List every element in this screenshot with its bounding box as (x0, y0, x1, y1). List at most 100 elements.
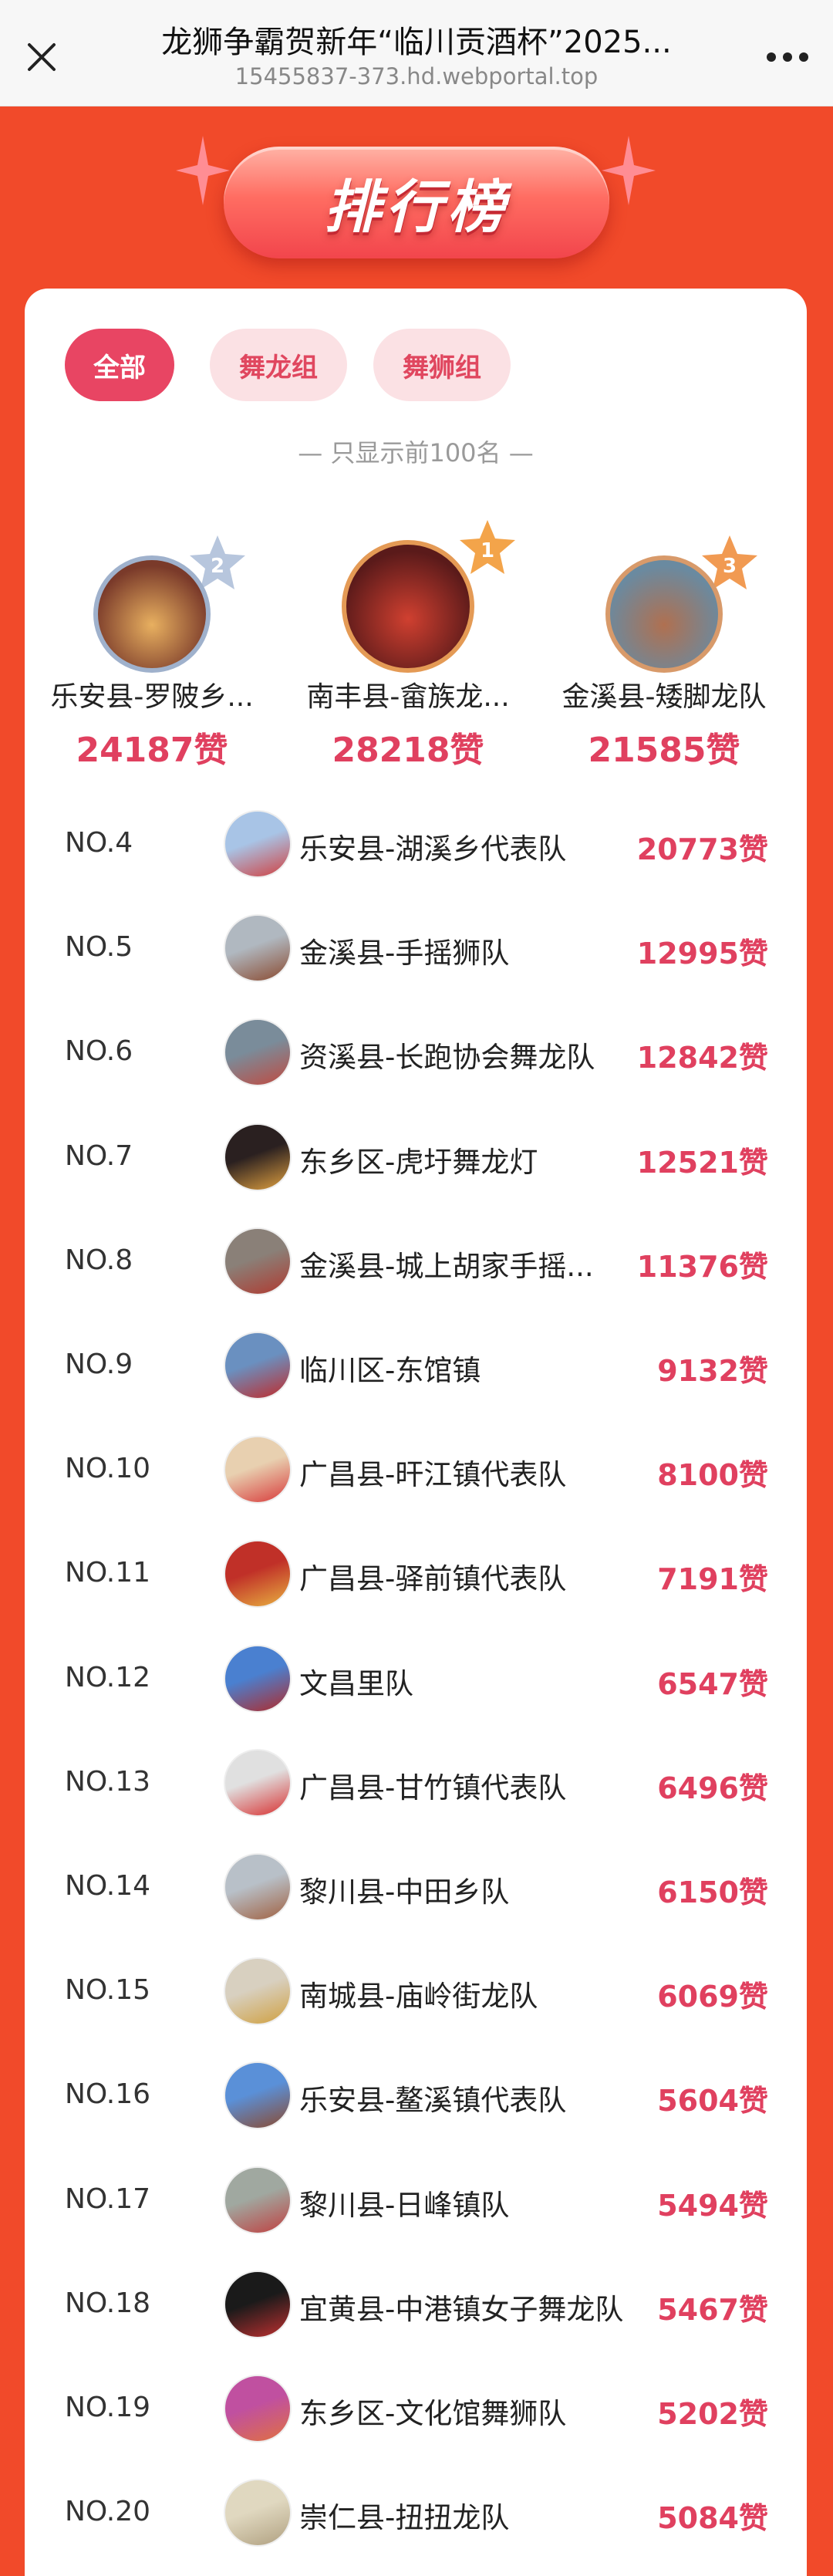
ranking-row[interactable]: NO.20 崇仁县-扭扭龙队 5084赞 (25, 2466, 807, 2559)
like-count: 5494赞 (657, 2188, 768, 2223)
ranking-row[interactable]: NO.19 东乡区-文化馆舞狮队 5202赞 (25, 2362, 807, 2455)
ranking-row[interactable]: NO.5 金溪县-手摇狮队 12995赞 (25, 902, 807, 994)
close-button[interactable] (20, 35, 63, 79)
like-count: 7191赞 (657, 1562, 768, 1597)
podium-team-name: 乐安县-罗陂乡... (50, 681, 254, 713)
podium-likes: 28218赞 (332, 731, 484, 770)
podium-item-3[interactable]: 3 金溪县-矮脚龙队 21585赞 (537, 512, 791, 771)
ranking-row[interactable]: NO.15 南城县-庙岭街龙队 6069赞 (25, 1945, 807, 2038)
more-icon (767, 52, 808, 62)
team-name: 东乡区-虎圩舞龙灯 (299, 1145, 538, 1179)
ranking-row[interactable]: NO.7 东乡区-虎圩舞龙灯 12521赞 (25, 1111, 807, 1204)
team-avatar (224, 1436, 292, 1504)
team-name: 广昌县-驿前镇代表队 (299, 1562, 567, 1596)
team-name: 文昌里队 (299, 1666, 413, 1700)
like-count: 12995赞 (636, 937, 768, 971)
team-name: 广昌县-甘竹镇代表队 (299, 1771, 567, 1805)
team-avatar (224, 1957, 292, 2026)
like-count: 12521赞 (636, 1145, 768, 1180)
tab-dragon-group[interactable]: 舞龙组 (210, 329, 347, 401)
rank-number: NO.20 (65, 2496, 151, 2528)
rank-number: NO.16 (65, 2078, 151, 2111)
team-avatar (224, 2375, 292, 2443)
rank-number: NO.11 (65, 1557, 151, 1589)
rank-number: NO.12 (65, 1661, 151, 1693)
rank-badge-number: 3 (723, 555, 737, 578)
like-count: 6069赞 (657, 1980, 768, 2014)
ranking-row[interactable]: NO.10 广昌县-旰江镇代表队 8100赞 (25, 1423, 807, 1516)
page-url: 15455837-373.hd.webportal.top (234, 63, 599, 89)
podium-team-name: 金溪县-矮脚龙队 (562, 681, 767, 713)
tab-lion-group[interactable]: 舞狮组 (373, 329, 511, 401)
like-count: 5604赞 (657, 2084, 768, 2119)
page-title: 龙狮争霸贺新年“临川贡酒杯”2025... (161, 25, 672, 60)
team-name: 金溪县-手摇狮队 (299, 937, 510, 971)
team-avatar (224, 914, 292, 983)
ranking-row[interactable]: NO.12 文昌里队 6547赞 (25, 1632, 807, 1725)
podium-item-2[interactable]: 2 乐安县-罗陂乡... 24187赞 (25, 512, 279, 771)
rank-badge-number: 2 (211, 555, 224, 578)
ranking-row[interactable]: NO.16 乐安县-鳌溪镇代表队 5604赞 (25, 2049, 807, 2142)
rank-number: NO.6 (65, 1035, 133, 1068)
team-avatar (224, 2061, 292, 2130)
rank-number: NO.9 (65, 1349, 133, 1380)
sparkle-icon (602, 136, 656, 205)
like-count: 20773赞 (636, 832, 768, 866)
close-icon (28, 43, 56, 71)
team-avatar (224, 2479, 292, 2547)
like-count: 5084赞 (657, 2501, 768, 2536)
tab-all[interactable]: 全部 (65, 329, 174, 401)
like-count: 5202赞 (657, 2397, 768, 2431)
podium-avatar (93, 555, 211, 673)
sparkle-icon (176, 136, 230, 205)
rank-badge-icon: 1 (460, 520, 515, 574)
team-avatar (224, 1332, 292, 1399)
team-avatar (224, 1123, 292, 1191)
rank-number: NO.19 (65, 2392, 151, 2423)
team-name: 资溪县-长跑协会舞龙队 (299, 1041, 595, 1075)
rank-number: NO.10 (65, 1453, 151, 1485)
ranking-row[interactable]: NO.6 资溪县-长跑协会舞龙队 12842赞 (25, 1006, 807, 1099)
team-avatar (224, 1748, 292, 1817)
more-button[interactable] (760, 35, 814, 79)
like-count: 5467赞 (657, 2292, 768, 2327)
team-avatar (224, 1540, 292, 1609)
like-count: 6496赞 (657, 1771, 768, 1805)
like-count: 6547赞 (657, 1666, 768, 1701)
podium-likes: 21585赞 (588, 731, 740, 770)
rank-badge-number: 1 (481, 539, 494, 562)
team-name: 乐安县-湖溪乡代表队 (299, 832, 567, 866)
team-name: 金溪县-城上胡家手摇... (299, 1249, 594, 1283)
ranking-row[interactable]: NO.14 黎川县-中田乡队 6150赞 (25, 1841, 807, 1933)
ranking-row[interactable]: NO.18 宜黄县-中港镇女子舞龙队 5467赞 (25, 2258, 807, 2351)
ranking-row[interactable]: NO.17 黎川县-日峰镇队 5494赞 (25, 2154, 807, 2247)
like-count: 9132赞 (657, 1354, 768, 1388)
podium-item-1[interactable]: 1 南丰县-畲族龙... 28218赞 (281, 512, 535, 771)
rank-number: NO.7 (65, 1139, 133, 1172)
rank-number: NO.18 (65, 2287, 151, 2319)
team-avatar (224, 1018, 292, 1087)
team-avatar (224, 810, 292, 878)
ranking-row[interactable]: NO.4 乐安县-湖溪乡代表队 20773赞 (25, 798, 807, 890)
ranking-row[interactable]: NO.13 广昌县-甘竹镇代表队 6496赞 (25, 1737, 807, 1829)
team-avatar (224, 1853, 292, 1921)
rank-number: NO.17 (65, 2183, 151, 2215)
podium-avatar-wrap: 2 (25, 512, 279, 674)
podium-team-name: 南丰县-畲族龙... (306, 681, 510, 713)
team-name: 崇仁县-扭扭龙队 (299, 2501, 510, 2535)
rank-number: NO.4 (65, 827, 133, 859)
team-name: 广昌县-旰江镇代表队 (299, 1458, 567, 1492)
ranking-card: 全部 舞龙组 舞狮组 — 只显示前100名 — 2 乐安县-罗陂乡... 241… (25, 289, 807, 2576)
ranking-row[interactable]: NO.9 临川区-东馆镇 9132赞 (25, 1319, 807, 1412)
podium-avatar (342, 540, 474, 673)
top100-notice: — 只显示前100名 — (298, 438, 534, 468)
team-name: 东乡区-文化馆舞狮队 (299, 2397, 567, 2430)
rank-number: NO.5 (65, 931, 133, 964)
like-count: 11376赞 (636, 1249, 768, 1284)
team-avatar (224, 1644, 292, 1713)
team-avatar (224, 2166, 292, 2234)
ranking-row[interactable]: NO.11 广昌县-驿前镇代表队 7191赞 (25, 1528, 807, 1620)
team-avatar (224, 2270, 292, 2338)
ranking-row[interactable]: NO.8 金溪县-城上胡家手摇... 11376赞 (25, 1215, 807, 1308)
banner-title: 排行榜 (324, 174, 509, 241)
